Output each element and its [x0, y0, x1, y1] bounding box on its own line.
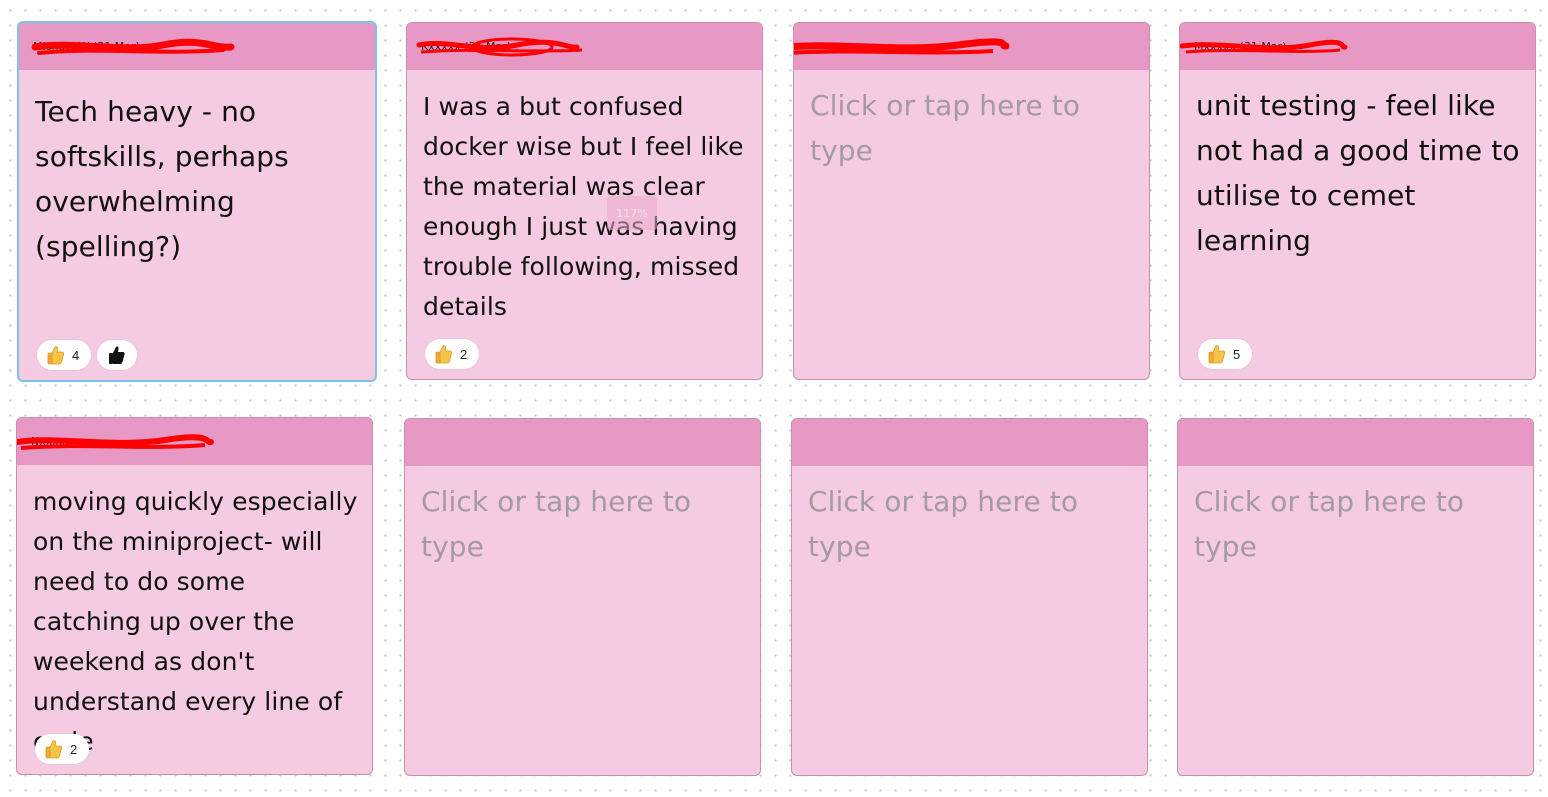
- sticky-note[interactable]: Click or tap here to type: [404, 418, 761, 776]
- reaction-count: 5: [1233, 346, 1241, 362]
- thumbs-up-icon: [435, 345, 453, 364]
- sticky-note[interactable]: Click or tap here to type: [793, 22, 1150, 380]
- reaction-thumbs-up[interactable]: 5: [1198, 339, 1253, 369]
- sticky-note[interactable]: Michael W (31 Mar) Tech heavy - no softs…: [17, 21, 377, 382]
- sticky-note[interactable]: Kxxxxx (31 Mar) I was a but confused doc…: [406, 22, 763, 380]
- reactions-bar: 5: [1198, 339, 1253, 369]
- reactions-bar: 4: [37, 340, 138, 370]
- sticky-note[interactable]: Click or tap here to type: [1177, 418, 1534, 776]
- reaction-thumbs-up[interactable]: 4: [37, 340, 92, 370]
- sticky-note[interactable]: Click or tap here to type: [791, 418, 1148, 776]
- note-text[interactable]: unit testing - feel like not had a good …: [1196, 83, 1523, 379]
- reaction-thumbs-up[interactable]: 2: [425, 339, 480, 369]
- note-header: Kxxxxx (31 Mar): [407, 23, 762, 70]
- reaction-thumbs-up[interactable]: 2: [35, 734, 90, 764]
- note-header: [405, 419, 760, 466]
- redaction-mark: [794, 38, 1010, 55]
- note-header: [792, 419, 1147, 466]
- reactions-bar: 2: [425, 339, 480, 369]
- note-text[interactable]: Tech heavy - no softskills, perhaps over…: [35, 89, 363, 380]
- whiteboard-canvas[interactable]: { "board": { "notes": [ { "author": "Mic…: [0, 0, 1548, 797]
- note-author: Michael W (31 Mar): [33, 40, 140, 53]
- note-header: [794, 23, 1149, 70]
- note-header: [1178, 419, 1533, 466]
- note-placeholder[interactable]: Click or tap here to type: [421, 479, 748, 775]
- reactions-bar: 2: [35, 734, 90, 764]
- note-placeholder[interactable]: Click or tap here to type: [810, 83, 1137, 379]
- note-text[interactable]: I was a but confused docker wise but I f…: [423, 87, 750, 379]
- note-header: Nxxxxx: [17, 418, 372, 465]
- thumbs-up-icon: [1208, 345, 1226, 364]
- thumbs-up-icon: [45, 740, 63, 759]
- note-author: Nxxxxx: [31, 435, 72, 448]
- zoom-tooltip: 117%: [607, 196, 657, 230]
- reaction-count: 2: [70, 741, 78, 757]
- note-author: Kxxxxx (31 Mar): [421, 40, 512, 53]
- note-text[interactable]: moving quickly especially on the minipro…: [33, 482, 360, 774]
- add-like-button[interactable]: [97, 340, 138, 370]
- note-header: Mxxxxx (31 Mar): [1180, 23, 1535, 70]
- reaction-count: 4: [72, 347, 80, 363]
- thumbs-up-outline-icon: [109, 346, 125, 364]
- thumbs-up-icon: [47, 346, 65, 365]
- note-header: Michael W (31 Mar): [19, 23, 375, 70]
- reaction-count: 2: [460, 346, 468, 362]
- sticky-note[interactable]: Mxxxxx (31 Mar) unit testing - feel like…: [1179, 22, 1536, 380]
- note-placeholder[interactable]: Click or tap here to type: [1194, 479, 1521, 775]
- note-placeholder[interactable]: Click or tap here to type: [808, 479, 1135, 775]
- sticky-note[interactable]: Nxxxxx moving quickly especially on the …: [16, 417, 373, 775]
- note-author: Mxxxxx (31 Mar): [1194, 40, 1287, 53]
